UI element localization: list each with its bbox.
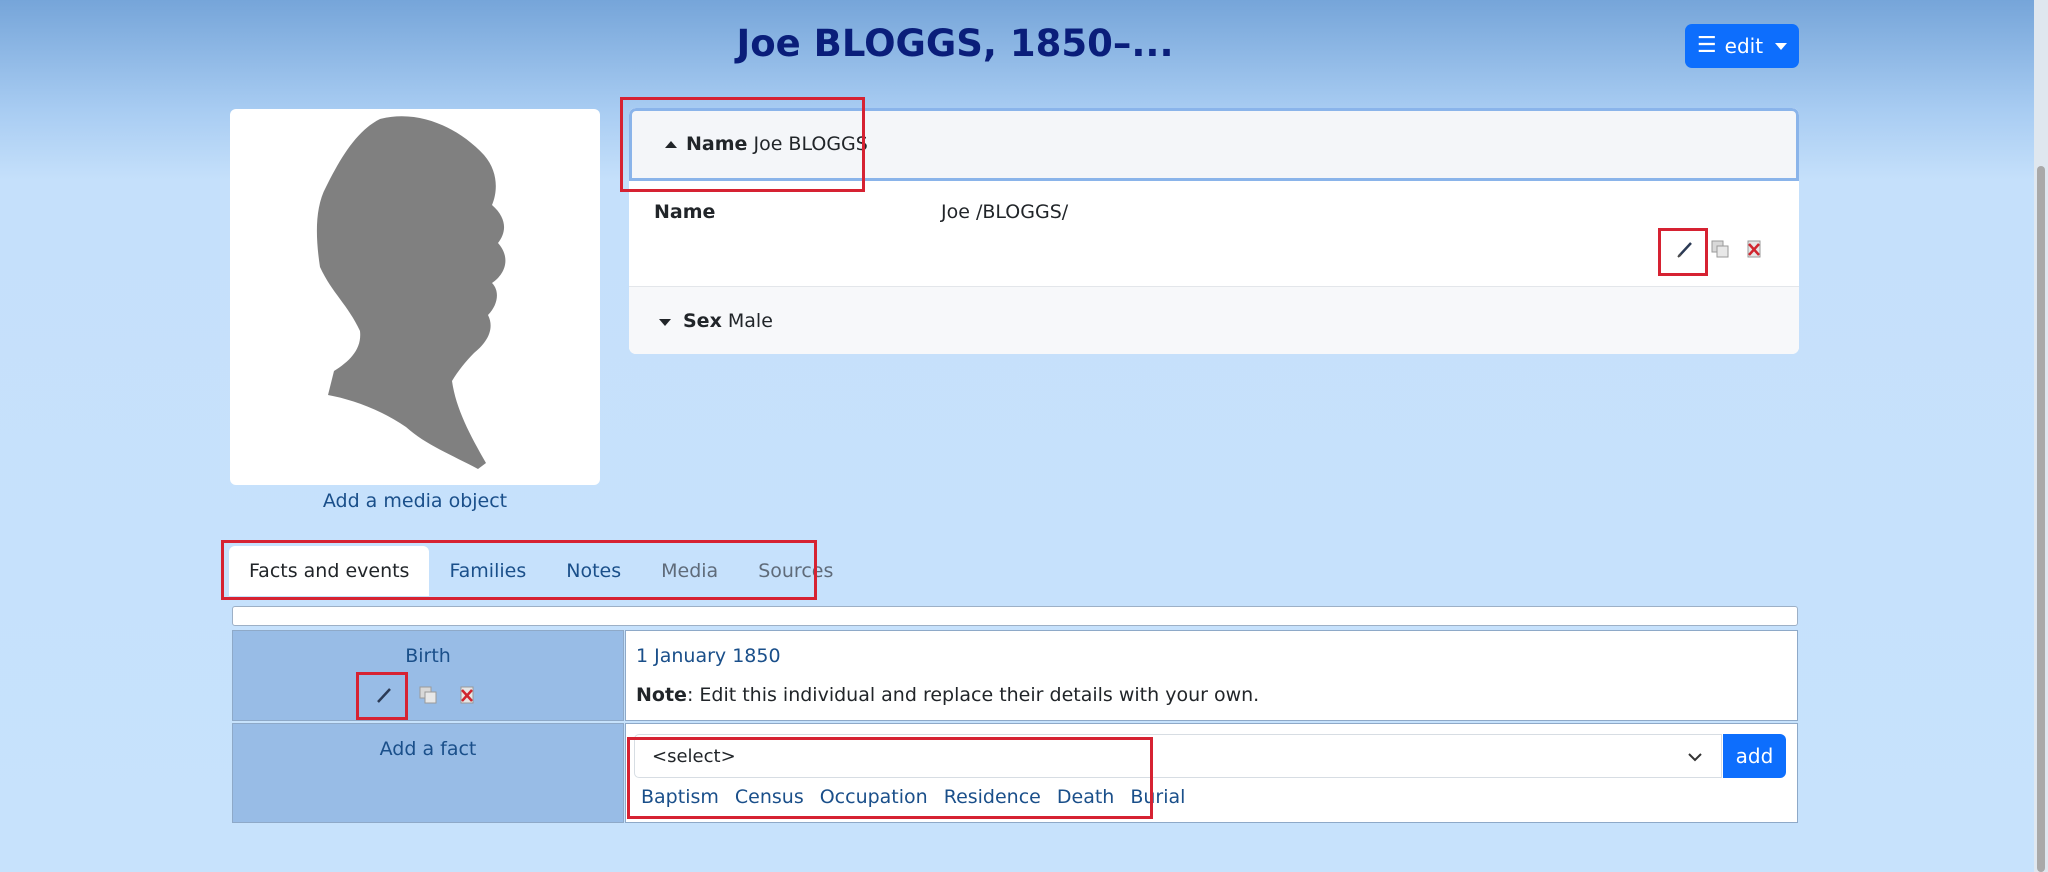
tab-bar: Facts and events Families Notes Media So… [229, 546, 853, 596]
quick-link-death[interactable]: Death [1057, 786, 1114, 808]
quick-fact-links: Baptism Census Occupation Residence Deat… [641, 786, 1185, 808]
quick-link-burial[interactable]: Burial [1130, 786, 1185, 808]
edit-pencil-icon[interactable] [373, 684, 395, 706]
birth-detail-cell: 1 January 1850 Note: Edit this individua… [625, 630, 1798, 721]
name-field-label: Name [654, 201, 716, 223]
tab-sources[interactable]: Sources [738, 546, 853, 596]
name-header-value: Joe BLOGGS [753, 133, 868, 155]
note-text: : Edit this individual and replace their… [686, 684, 1260, 706]
silhouette-icon [316, 116, 506, 470]
birth-date-link[interactable]: 1 January 1850 [636, 645, 781, 667]
delete-icon[interactable] [1743, 238, 1765, 260]
copy-icon[interactable] [417, 684, 439, 706]
expand-triangle-icon [659, 319, 671, 326]
birth-fact-link[interactable]: Birth [233, 645, 623, 667]
add-fact-button[interactable]: add [1723, 734, 1786, 778]
birth-fact-cell: Birth [232, 630, 624, 721]
edit-pencil-icon[interactable] [1674, 238, 1696, 260]
edit-menu-button[interactable]: ☰ edit [1685, 24, 1799, 68]
portrait-placeholder[interactable] [230, 109, 600, 485]
tab-facts-and-events[interactable]: Facts and events [229, 546, 430, 596]
hamburger-icon: ☰ [1696, 33, 1717, 58]
add-fact-cell: Add a fact [232, 723, 624, 823]
name-accordion-header[interactable]: Name Joe BLOGGS [629, 108, 1799, 181]
quick-link-occupation[interactable]: Occupation [820, 786, 928, 808]
tab-families[interactable]: Families [429, 546, 546, 596]
quick-link-residence[interactable]: Residence [944, 786, 1041, 808]
name-field-value: Joe /BLOGGS/ [941, 201, 1069, 223]
name-panel: Name Joe BLOGGS Name Joe /BLOGGS/ Sex Ma… [629, 108, 1799, 354]
select-value: <select> [652, 746, 736, 767]
copy-icon[interactable] [1709, 238, 1731, 260]
birth-note: Note: Edit this individual and replace t… [636, 684, 1259, 706]
tab-notes[interactable]: Notes [546, 546, 641, 596]
tab-media[interactable]: Media [641, 546, 738, 596]
name-header-key: Name [686, 133, 748, 155]
edit-button-label: edit [1724, 34, 1764, 58]
sex-header-value: Male [727, 310, 773, 332]
page-title: Joe BLOGGS, 1850–... [736, 22, 1174, 65]
sex-accordion-header[interactable]: Sex Male [629, 286, 1799, 354]
fact-type-select[interactable]: <select> [634, 734, 1722, 778]
add-media-link[interactable]: Add a media object [230, 490, 600, 512]
note-key: Note [636, 684, 687, 706]
add-fact-link[interactable]: Add a fact [233, 738, 623, 760]
page-scrollbar[interactable] [2034, 0, 2048, 872]
quick-link-baptism[interactable]: Baptism [641, 786, 719, 808]
chevron-down-icon [1688, 753, 1702, 762]
quick-link-census[interactable]: Census [735, 786, 804, 808]
sex-header-key: Sex [683, 310, 722, 332]
delete-icon[interactable] [456, 684, 478, 706]
tab-content-bar [232, 606, 1798, 626]
caret-down-icon [1775, 42, 1788, 50]
scrollbar-thumb[interactable] [2037, 166, 2045, 872]
collapse-triangle-icon [665, 141, 677, 148]
